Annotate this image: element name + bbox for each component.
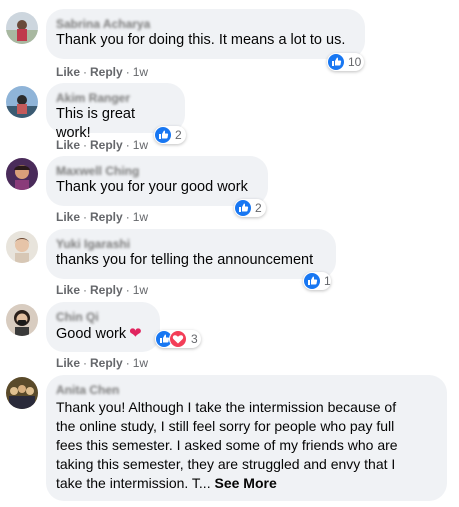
separator: · bbox=[83, 283, 88, 297]
like-button[interactable]: Like bbox=[56, 65, 80, 79]
thumbs-up-icon bbox=[235, 200, 251, 216]
see-more-link[interactable]: See More bbox=[214, 475, 276, 491]
like-button[interactable]: Like bbox=[56, 138, 80, 152]
comment-bubble: Chin Qi Good work ❤ bbox=[46, 302, 160, 352]
comment-bubble: Anita Chen Thank you! Although I take th… bbox=[46, 375, 447, 501]
timestamp[interactable]: 1w bbox=[133, 65, 148, 79]
separator: · bbox=[125, 283, 130, 297]
reaction-total: 3 bbox=[191, 332, 198, 346]
separator: · bbox=[125, 210, 130, 224]
thumbs-up-icon bbox=[304, 273, 320, 289]
reply-button[interactable]: Reply bbox=[90, 65, 123, 79]
comment-bubble: Maxwell Ching Thank you for your good wo… bbox=[46, 156, 268, 206]
commenter-name[interactable]: Yuki Igarashi bbox=[56, 237, 324, 251]
commenter-name[interactable]: Maxwell Ching bbox=[56, 164, 256, 178]
reply-button[interactable]: Reply bbox=[90, 138, 123, 152]
comment-text: thanks you for telling the announcement bbox=[56, 252, 314, 268]
reaction-total: 2 bbox=[175, 128, 182, 142]
reaction-total: 1 bbox=[324, 274, 331, 288]
like-button[interactable]: Like bbox=[56, 356, 80, 370]
timestamp[interactable]: 1w bbox=[133, 283, 148, 297]
heart-emoji-icon: ❤ bbox=[129, 325, 142, 342]
reaction-total: 10 bbox=[348, 55, 362, 69]
separator: · bbox=[83, 138, 88, 152]
heart-icon bbox=[169, 330, 187, 348]
reply-button[interactable]: Reply bbox=[90, 283, 123, 297]
comment-actions: Like · Reply · 1w bbox=[56, 65, 148, 79]
avatar[interactable] bbox=[6, 158, 38, 190]
reply-button[interactable]: Reply bbox=[90, 356, 123, 370]
reaction-count[interactable]: 10 bbox=[327, 53, 364, 71]
comment-text-line: take the intermission. T... See More bbox=[56, 474, 435, 493]
thumbs-up-icon bbox=[328, 54, 344, 70]
comment-text: Thank you! Although I take the intermiss… bbox=[56, 398, 435, 493]
reaction-count[interactable]: 3 bbox=[155, 330, 201, 348]
comment-text: Thank you for doing this. It means a lot… bbox=[56, 32, 346, 48]
comment-text-line-end: take the intermission. T... bbox=[56, 475, 215, 491]
separator: · bbox=[83, 356, 88, 370]
timestamp[interactable]: 1w bbox=[133, 210, 148, 224]
comment-text: Thank you for your good work bbox=[56, 179, 248, 195]
timestamp[interactable]: 1w bbox=[133, 138, 148, 152]
comment-bubble: Yuki Igarashi thanks you for telling the… bbox=[46, 229, 336, 279]
comment-text-line: the online study, I still feel sorry for… bbox=[56, 418, 395, 434]
reply-button[interactable]: Reply bbox=[90, 210, 123, 224]
separator: · bbox=[83, 210, 88, 224]
comment-text: Good work ❤ bbox=[56, 324, 148, 344]
reaction-count[interactable]: 2 bbox=[234, 199, 266, 217]
thumbs-up-icon bbox=[155, 127, 171, 143]
comment-actions: Like · Reply · 1w bbox=[56, 138, 148, 152]
comment-actions: Like · Reply · 1w bbox=[56, 283, 148, 297]
like-button[interactable]: Like bbox=[56, 210, 80, 224]
timestamp[interactable]: 1w bbox=[133, 356, 148, 370]
avatar[interactable] bbox=[6, 304, 38, 336]
separator: · bbox=[83, 65, 88, 79]
avatar[interactable] bbox=[6, 377, 38, 409]
comment-actions: Like · Reply · 1w bbox=[56, 356, 148, 370]
comment-text-line: Thank you! Although I take the intermiss… bbox=[56, 399, 397, 415]
avatar[interactable] bbox=[6, 231, 38, 263]
like-button[interactable]: Like bbox=[56, 283, 80, 297]
avatar[interactable] bbox=[6, 12, 38, 44]
reaction-count[interactable]: 1 bbox=[303, 272, 331, 290]
commenter-name[interactable]: Akim Ranger bbox=[56, 91, 173, 105]
reaction-total: 2 bbox=[255, 201, 262, 215]
separator: · bbox=[125, 138, 130, 152]
commenter-name[interactable]: Chin Qi bbox=[56, 310, 148, 324]
comment-bubble: Sabrina Acharya Thank you for doing this… bbox=[46, 9, 365, 59]
comment-text-body: Good work bbox=[56, 326, 127, 342]
commenter-name[interactable]: Sabrina Acharya bbox=[56, 17, 353, 31]
reaction-count[interactable]: 2 bbox=[154, 126, 186, 144]
avatar[interactable] bbox=[6, 86, 38, 118]
separator: · bbox=[125, 65, 130, 79]
comment-actions: Like · Reply · 1w bbox=[56, 210, 148, 224]
commenter-name[interactable]: Anita Chen bbox=[56, 383, 435, 397]
comment-text-line: taking this semester, they are struggled… bbox=[56, 456, 396, 472]
separator: · bbox=[125, 356, 130, 370]
comment-text-line: fees this semester. I asked some of my f… bbox=[56, 437, 398, 453]
